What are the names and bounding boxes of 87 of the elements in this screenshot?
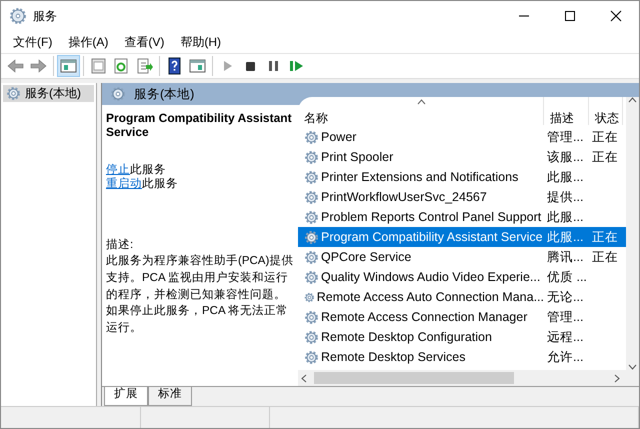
gear-icon [304, 330, 319, 344]
service-status: 正在 [592, 150, 618, 164]
service-name: Print Spooler [321, 150, 394, 164]
service-row[interactable]: Remote Access Auto Connection Mana... 无论... [298, 287, 626, 307]
panel-icon [59, 57, 78, 75]
gear-icon [304, 150, 319, 164]
gear-icon [304, 350, 319, 364]
menu-item[interactable]: 操作(A) [60, 34, 116, 50]
service-name: Problem Reports Control Panel Support [321, 210, 542, 224]
gear-icon [304, 250, 319, 264]
tree-item[interactable]: 服务(本地) [3, 85, 94, 102]
action-link[interactable]: 重启动 [106, 178, 142, 190]
service-name: Power [321, 130, 356, 144]
service-description: 此服... [547, 170, 584, 184]
forward-arrow-icon [29, 57, 48, 75]
menu-item[interactable]: 帮助(H) [172, 34, 229, 50]
menu-item[interactable]: 文件(F) [5, 34, 60, 50]
properties-icon [89, 57, 108, 75]
service-name: PrintWorkflowUserSvc_24567 [321, 190, 487, 204]
gear-icon [304, 190, 319, 204]
service-description: 管理... [547, 310, 584, 324]
service-row[interactable]: Quality Windows Audio Video Experie... 优质 ... [298, 267, 626, 287]
service-row[interactable]: Power 管理... 正在 [298, 127, 626, 147]
gear-icon [304, 270, 319, 284]
service-status: 正在 [592, 230, 618, 244]
service-title: Program Compatibility Assistant Service [106, 111, 293, 140]
service-name: Remote Desktop Configuration [321, 330, 492, 344]
service-description: 该服... [547, 150, 584, 164]
description-text: 此服务为程序兼容性助手(PCA)提供支持。PCA 监视由用户安装和运行的程序，并检测已知兼容性问题。如果停止此服务，PCA 将无法正常运行。 [106, 253, 294, 336]
service-name: Remote Access Connection Manager [321, 310, 528, 324]
gear-icon [110, 86, 126, 102]
close-icon[interactable] [608, 8, 624, 24]
service-row[interactable]: Problem Reports Control Panel Support 此服... [298, 207, 626, 227]
menu-item[interactable]: 查看(V) [116, 34, 172, 50]
action-link[interactable]: 停止 [106, 164, 130, 176]
action-line: 停止此服务 [106, 164, 167, 178]
tab[interactable]: 扩展 [104, 387, 148, 406]
service-description: 提供... [547, 190, 584, 204]
service-description: 允许... [547, 350, 584, 364]
service-description: 此服... [547, 230, 584, 244]
back-arrow-icon [6, 57, 25, 75]
gear-icon [304, 210, 319, 224]
sort-caret-icon [416, 99, 426, 105]
tab[interactable]: 标准 [148, 387, 192, 406]
service-row[interactable]: Remote Desktop Services 允许... [298, 347, 626, 367]
column-header[interactable]: 名称 [298, 97, 544, 125]
panel-icon [188, 57, 207, 75]
service-row[interactable]: Remote Desktop Configuration 远程... [298, 327, 626, 347]
service-description: 腾讯... [547, 250, 584, 264]
service-name: Printer Extensions and Notifications [321, 170, 518, 184]
pane-title: 服务(本地) [134, 86, 194, 102]
service-row[interactable]: PrintWorkflowUserSvc_24567 提供... [298, 187, 626, 207]
service-name: Remote Access Auto Connection Mana... [316, 290, 544, 304]
service-name: Program Compatibility Assistant Service [321, 230, 543, 244]
service-status: 正在 [592, 130, 618, 144]
description-label: 描述: [106, 239, 134, 254]
service-description: 无论... [547, 290, 584, 304]
service-description: 优质 ... [547, 270, 587, 284]
show-tree-button[interactable] [57, 55, 80, 77]
service-name: Quality Windows Audio Video Experie... [321, 270, 540, 284]
column-header[interactable]: 描述 [544, 97, 589, 125]
column-header[interactable]: 状态 [589, 97, 623, 125]
service-row[interactable]: Program Compatibility Assistant Service 此服... 正在 [298, 227, 626, 247]
gear-icon [304, 130, 319, 144]
scroll-down-icon[interactable] [628, 364, 637, 370]
horizontal-scrollbar[interactable] [298, 370, 639, 386]
vertical-scrollbar[interactable] [626, 97, 639, 370]
export-icon [135, 57, 154, 75]
service-row[interactable]: QPCore Service 腾讯... 正在 [298, 247, 626, 267]
gear-icon [6, 86, 21, 101]
scroll-up-icon[interactable] [628, 97, 637, 103]
maximize-icon[interactable] [562, 8, 578, 24]
service-status: 正在 [592, 250, 618, 264]
gear-icon [304, 230, 319, 244]
service-description: 管理... [547, 130, 584, 144]
action-line: 重启动此服务 [106, 178, 179, 192]
gear-icon [9, 7, 27, 25]
service-description: 远程... [547, 330, 584, 344]
service-row[interactable]: Remote Access Connection Manager 管理... [298, 307, 626, 327]
service-description: 此服... [547, 210, 584, 224]
service-row[interactable]: Print Spooler 该服... 正在 [298, 147, 626, 167]
window-title: 服务 [33, 8, 58, 24]
service-row[interactable]: Printer Extensions and Notifications 此服... [298, 167, 626, 187]
gear-icon [304, 170, 319, 184]
service-name: Remote Desktop Services [321, 350, 466, 364]
gear-icon [304, 310, 319, 324]
service-name: QPCore Service [321, 250, 412, 264]
